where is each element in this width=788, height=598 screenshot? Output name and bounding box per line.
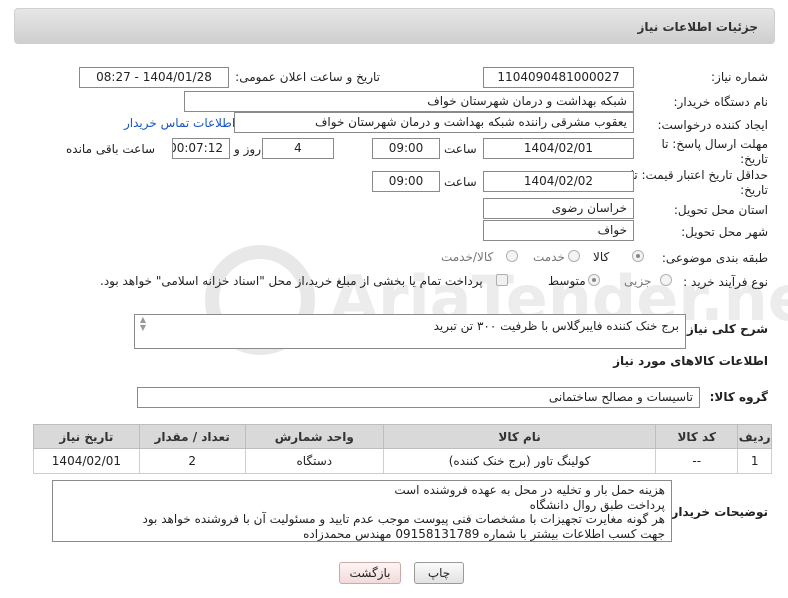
province-field: خراسان رضوی <box>483 198 634 219</box>
goods-group-field: تاسیسات و مصالح ساختمانی <box>137 387 700 408</box>
process-option-medium: متوسط <box>548 274 586 288</box>
goods-table: ردیف کد کالا نام کالا واحد شمارش تعداد /… <box>33 424 772 474</box>
deadline-label: مهلت ارسال پاسخ: تا تاریخ: <box>661 137 768 166</box>
back-button[interactable]: بازگشت <box>339 562 401 584</box>
category-radio-service[interactable] <box>568 250 580 262</box>
col-unit: واحد شمارش <box>244 424 385 449</box>
process-label: نوع فرآیند خرید : <box>683 275 768 289</box>
days-field: 4 <box>262 138 334 159</box>
process-radio-medium[interactable] <box>588 274 600 286</box>
deadline-date-field: 1404/02/01 <box>483 138 634 159</box>
buyer-note-line: پرداخت طبق روال دانشگاه <box>529 497 665 512</box>
buyer-notes-textarea[interactable]: هزینه حمل بار و تخلیه در محل به عهده فرو… <box>52 480 672 542</box>
description-label: شرح کلی نیاز: <box>682 322 768 336</box>
category-option-goods: کالا <box>593 250 610 264</box>
description-scroll-arrows[interactable]: ▲ ▼ <box>137 316 149 332</box>
process-option-minor: جزیی <box>624 274 652 288</box>
cell-quantity: 2 <box>138 448 246 474</box>
buyer-note-line: هزینه حمل بار و تخلیه در محل به عهده فرو… <box>394 483 665 497</box>
province-label: استان محل تحویل: <box>673 203 768 217</box>
remaining-label: ساعت باقی مانده <box>66 142 156 156</box>
city-label: شهر محل تحویل: <box>681 225 768 239</box>
remaining-time-field: 00:07:12 <box>172 138 230 159</box>
validity-label: حداقل تاریخ اعتبار قیمت: تا تاریخ: <box>630 168 768 197</box>
validity-date-field: 1404/02/02 <box>483 171 634 192</box>
validity-time-field: 09:00 <box>372 171 440 192</box>
cell-goods-code: -- <box>655 448 739 474</box>
buyer-org-field: شبکه بهداشت و درمان شهرستان خواف <box>184 91 634 112</box>
col-row-number: ردیف <box>737 424 772 449</box>
category-option-service: خدمت <box>533 250 565 264</box>
deadline-time-field: 09:00 <box>372 138 440 159</box>
description-textarea[interactable]: برج خنک کننده فایبرگلاس با ظرفیت ۳۰۰ تن … <box>134 314 686 349</box>
buyer-note-line: جهت کسب اطلاعات بیشتر با شماره 091581317… <box>303 526 665 541</box>
creator-field: یعقوب مشرقی راننده شبکه بهداشت و درمان ش… <box>234 112 634 133</box>
announce-label: تاریخ و ساعت اعلان عمومی: <box>235 70 380 84</box>
need-number-field: 1104090481000027 <box>483 67 634 88</box>
validity-time-label: ساعت <box>444 175 477 189</box>
details-panel-header: جزئیات اطلاعات نیاز <box>14 8 775 44</box>
buyer-notes-label: توضیحات خریدار: <box>666 505 768 519</box>
goods-table-header: ردیف کد کالا نام کالا واحد شمارش تعداد /… <box>33 424 772 449</box>
col-goods-name: نام کالا <box>383 424 657 449</box>
buyer-org-label: نام دستگاه خریدار: <box>673 95 769 109</box>
category-radio-goods-service[interactable] <box>506 250 518 262</box>
deadline-time-label: ساعت <box>444 142 477 156</box>
table-row: 1 -- کولینگ تاور (برج خنک کننده) دستگاه … <box>33 448 772 474</box>
cell-unit: دستگاه <box>244 448 385 474</box>
cell-goods-name: کولینگ تاور (برج خنک کننده) <box>383 448 657 474</box>
print-button[interactable]: چاپ <box>414 562 464 584</box>
category-option-goods-service: کالا/خدمت <box>441 250 494 264</box>
city-field: خواف <box>483 220 634 241</box>
col-goods-code: کد کالا <box>655 424 739 449</box>
process-radio-minor[interactable] <box>660 274 672 286</box>
goods-group-label: گروه کالا: <box>709 390 768 404</box>
treasury-payment-checkbox[interactable] <box>496 274 508 286</box>
category-radio-goods[interactable] <box>632 250 644 262</box>
buyer-contact-link[interactable]: اطلاعات تماس خریدار <box>124 116 235 130</box>
treasury-payment-note: پرداخت تمام یا بخشی از مبلغ خرید،از محل … <box>100 274 483 288</box>
category-label: طبقه بندی موضوعی: <box>661 251 768 265</box>
panel-title: جزئیات اطلاعات نیاز <box>637 20 758 34</box>
cell-need-date: 1404/02/01 <box>33 448 140 474</box>
goods-section-title: اطلاعات کالاهای مورد نیاز <box>613 354 768 368</box>
cell-row-number: 1 <box>737 448 772 474</box>
col-need-date: تاریخ نیاز <box>33 424 140 449</box>
col-quantity: تعداد / مقدار <box>138 424 246 449</box>
days-label: روز و <box>234 142 261 156</box>
buyer-note-line: هر گونه مغایرت تجهیزات با مشخصات فنی پیو… <box>142 512 666 526</box>
announce-field: 1404/01/28 - 08:27 <box>79 67 229 88</box>
need-number-label: شماره نیاز: <box>711 70 768 84</box>
creator-label: ایجاد کننده درخواست: <box>657 118 768 132</box>
